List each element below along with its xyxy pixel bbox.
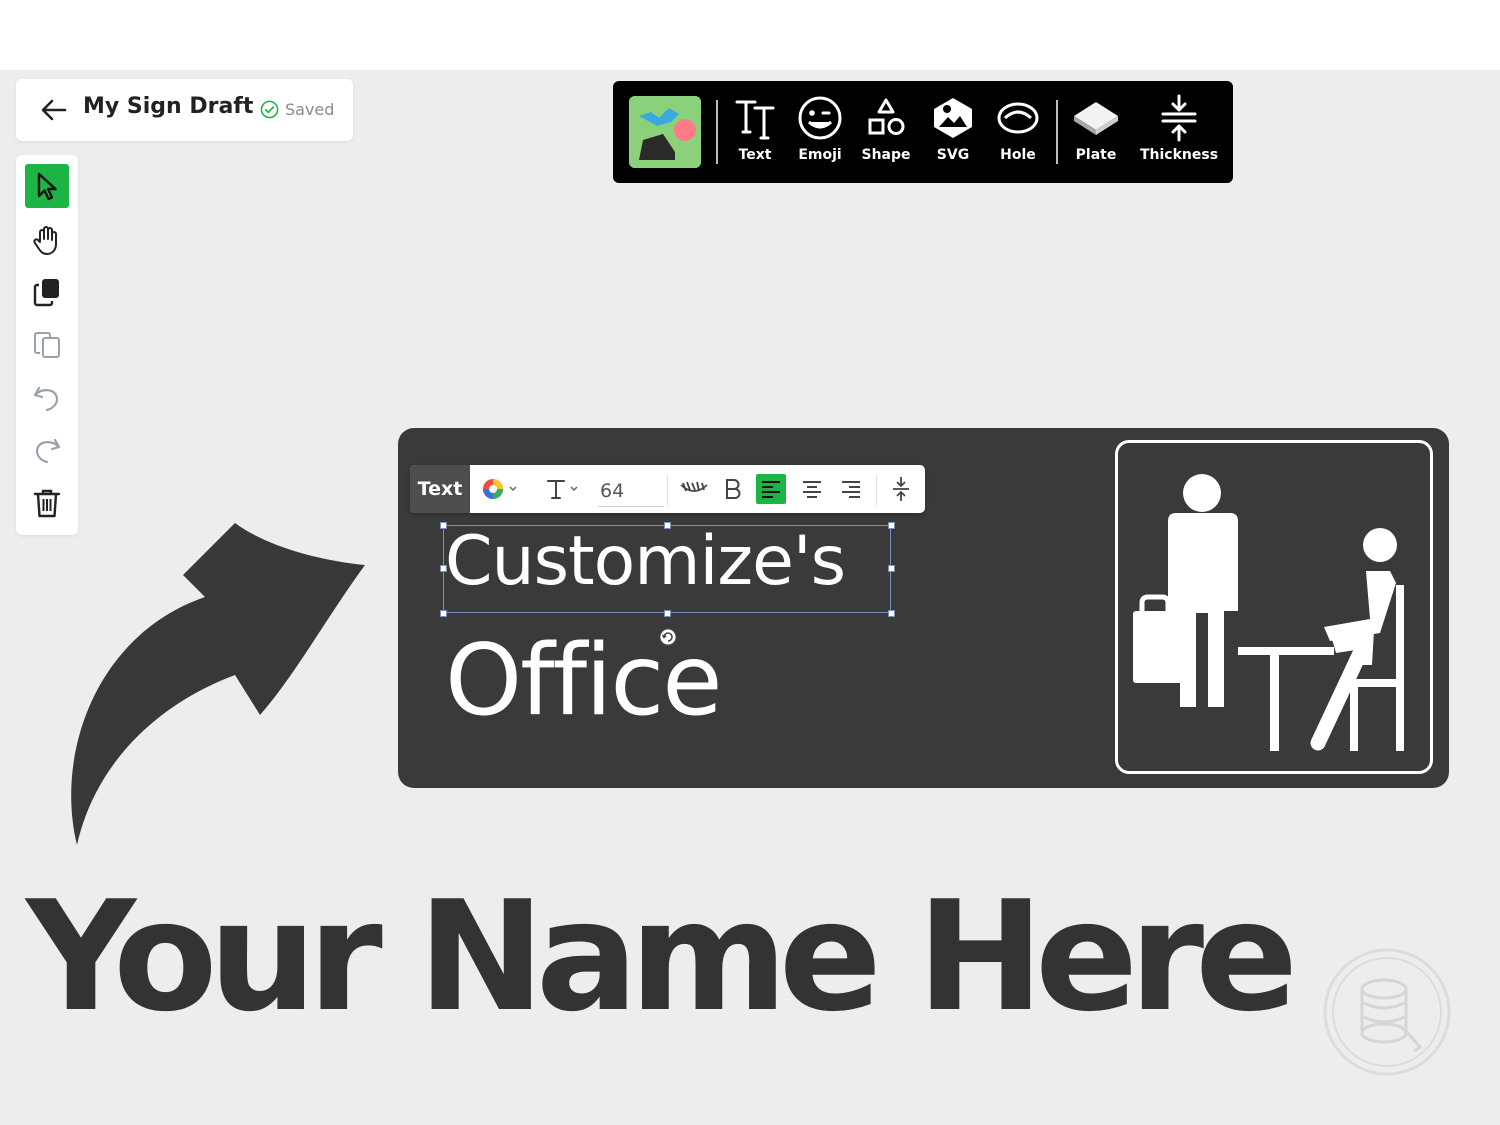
undo-icon [33,386,59,412]
watermark-logo-icon [1323,948,1451,1076]
saved-label: Saved [285,99,335,119]
rotate-icon [659,628,677,646]
document-title[interactable]: My Sign Draft [83,94,253,119]
thickness-button[interactable]: Thickness [1138,92,1220,168]
undo-tool-button[interactable] [25,376,69,420]
resize-handle[interactable] [664,522,671,529]
promo-headline: Your Name Here [26,868,1298,1045]
resize-handle[interactable] [888,522,895,529]
paste-tool-button[interactable] [25,323,69,367]
sign-text-line-1[interactable]: Customize's [445,522,846,601]
copy-icon [33,279,59,307]
add-shape-button[interactable]: Shape [860,92,912,168]
toolbar-divider [667,475,668,505]
shape-button-label: Shape [861,147,911,163]
resize-handle[interactable] [440,522,447,529]
bold-icon [726,479,741,499]
check-circle-icon [260,100,279,118]
toolbar-divider [716,100,718,164]
bold-button[interactable] [718,474,746,504]
resize-handle[interactable] [664,610,671,617]
rotate-handle[interactable] [659,628,677,646]
line-spacing-button[interactable] [886,474,916,504]
resize-handle[interactable] [440,565,447,572]
select-tool-button[interactable] [25,164,69,208]
add-text-button[interactable]: Text [728,92,782,168]
add-emoji-button[interactable]: Emoji [794,92,846,168]
plate-icon [1074,102,1118,135]
paste-icon [34,332,60,358]
resize-handle[interactable] [440,610,447,617]
color-wheel-icon [483,479,517,499]
font-family-button[interactable] [540,474,584,504]
emoji-button-label: Emoji [798,147,842,163]
font-icon [547,480,578,499]
svg-button-label: SVG [936,147,970,163]
svg-icon [934,98,972,138]
align-center-icon [803,481,821,498]
redo-icon [35,438,61,464]
duplicate-tool-button[interactable] [25,270,69,314]
image-thumbnail-icon [629,96,701,168]
text-color-button[interactable] [480,474,520,504]
office-meeting-icon [1133,474,1404,751]
align-right-button[interactable] [836,474,866,504]
font-size-input[interactable] [598,476,664,507]
pan-tool-button[interactable] [25,218,69,262]
arrow-left-icon [41,99,67,121]
thickness-button-label: Thickness [1139,147,1219,163]
text-icon [735,100,775,140]
top-strip [0,0,1500,70]
text-button-label: Text [738,147,772,163]
sign-text-line-2[interactable]: Office [445,624,723,738]
align-left-icon [762,481,780,498]
toolbar-divider [876,475,877,505]
toolbar-divider [1056,100,1058,164]
align-left-button[interactable] [756,474,786,504]
hole-icon [997,102,1039,134]
plate-button[interactable]: Plate [1068,92,1124,168]
image-thumbnail-button[interactable] [629,96,701,168]
text-curve-button[interactable] [677,474,711,504]
resize-handle[interactable] [888,610,895,617]
hand-icon [33,226,57,255]
plate-button-label: Plate [1075,147,1117,163]
add-hole-button[interactable]: Hole [994,92,1042,168]
cursor-icon [37,172,57,201]
redo-tool-button[interactable] [25,428,69,472]
align-right-icon [842,481,860,498]
text-toolbar-tag: Text [410,465,470,513]
thickness-icon [1161,94,1197,142]
back-button[interactable] [38,96,70,124]
line-spacing-icon [893,477,909,501]
emoji-icon [798,96,842,140]
add-svg-button[interactable]: SVG [928,92,978,168]
hole-button-label: Hole [1000,147,1036,163]
resize-handle[interactable] [888,565,895,572]
curved-arrow-graphic [71,523,365,845]
shape-icon [868,98,905,135]
curved-text-icon [680,481,708,492]
saved-status: Saved [260,97,334,121]
align-center-button[interactable] [797,474,827,504]
